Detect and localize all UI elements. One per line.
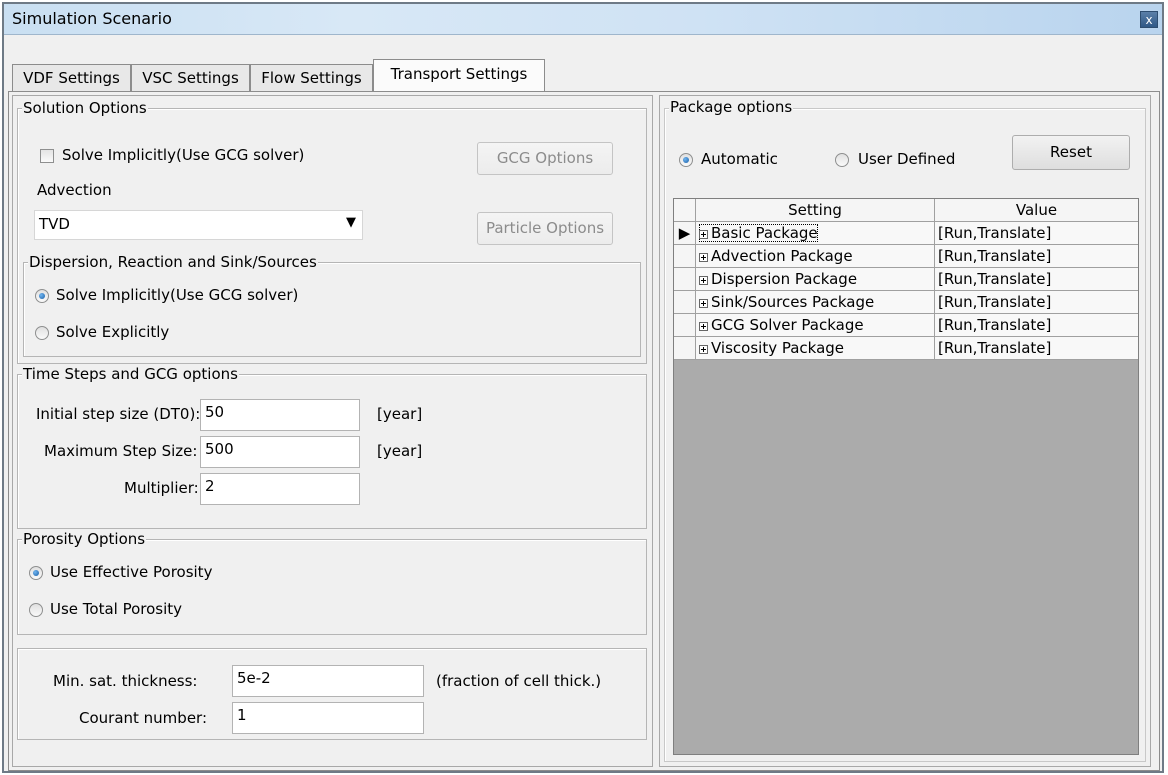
row-setting: Dispersion Package [711,270,858,288]
max-step-label: Maximum Step Size: [44,442,198,460]
min-sat-thickness-label: Min. sat. thickness: [53,672,198,690]
porosity-group: Porosity Options Use Effective Porosity … [17,530,647,635]
solution-options-legend: Solution Options [22,99,148,117]
close-icon[interactable]: x [1140,11,1158,28]
dispersion-legend: Dispersion, Reaction and Sink/Sources [28,253,318,271]
min-sat-thickness-input[interactable]: 5e-2 [232,665,424,697]
porosity-effective-radio[interactable] [29,566,43,580]
left-panel: Solution Options Solve Implicitly(Use GC… [12,95,653,767]
dispersion-explicit-label[interactable]: Solve Explicitly [56,323,169,341]
table-row[interactable]: GCG Solver Package [696,314,935,337]
table-row[interactable]: Sink/Sources Package [696,291,935,314]
advection-select[interactable]: TVD ▼ [34,210,363,240]
row-setting: Viscosity Package [711,339,845,357]
expand-icon[interactable] [699,230,708,239]
title-bar[interactable]: Simulation Scenario x [4,4,1162,35]
advection-label: Advection [37,181,112,199]
misc-options-group: Min. sat. thickness: 5e-2 (fraction of c… [17,648,647,740]
row-setting: Advection Package [711,247,853,265]
multiplier-label: Multiplier: [124,479,199,497]
time-steps-legend: Time Steps and GCG options [22,365,239,383]
grid-corner [674,199,696,222]
expand-icon[interactable] [699,253,708,262]
automatic-label[interactable]: Automatic [701,150,778,168]
max-step-unit: [year] [377,442,423,460]
max-step-input[interactable]: 500 [200,436,360,468]
row-header [674,291,696,314]
advection-value: TVD [39,215,70,233]
row-header [674,337,696,360]
porosity-effective-label[interactable]: Use Effective Porosity [50,563,212,581]
multiplier-input[interactable]: 2 [200,473,360,505]
user-defined-radio[interactable] [835,153,849,167]
tab-vsc-settings[interactable]: VSC Settings [131,64,250,91]
reset-button[interactable]: Reset [1012,135,1130,170]
table-row[interactable]: Advection Package [696,245,935,268]
initial-step-input[interactable]: 50 [200,399,360,431]
min-sat-thickness-unit: (fraction of cell thick.) [436,672,602,690]
expand-icon[interactable] [699,276,708,285]
focused-cell[interactable]: Basic Package [699,224,818,242]
row-setting: Basic Package [711,224,818,242]
row-value[interactable]: [Run,Translate] [935,245,1138,268]
solve-implicitly-checkbox[interactable] [40,149,54,163]
expand-icon[interactable] [699,299,708,308]
dispersion-group: Dispersion, Reaction and Sink/Sources So… [23,253,641,357]
user-defined-label[interactable]: User Defined [858,150,955,168]
courant-number-label: Courant number: [79,709,208,727]
simulation-scenario-window: Simulation Scenario x VDF Settings VSC S… [2,2,1164,773]
row-value[interactable]: [Run,Translate] [935,268,1138,291]
row-value[interactable]: [Run,Translate] [935,291,1138,314]
particle-options-button[interactable]: Particle Options [477,212,613,245]
dropdown-arrow-icon[interactable]: ▼ [346,215,356,230]
row-value[interactable]: [Run,Translate] [935,337,1138,360]
table-row[interactable]: Viscosity Package [696,337,935,360]
column-header-value[interactable]: Value [935,199,1138,222]
table-row[interactable]: Dispersion Package [696,268,935,291]
porosity-total-label[interactable]: Use Total Porosity [50,600,182,618]
dispersion-implicit-radio[interactable] [35,289,49,303]
row-value[interactable]: [Run,Translate] [935,314,1138,337]
transport-settings-panel: Solution Options Solve Implicitly(Use GC… [8,91,1160,771]
package-options-group: Package options Automatic User Defined R… [664,98,1146,762]
automatic-radio[interactable] [679,153,693,167]
right-panel: Package options Automatic User Defined R… [659,95,1151,767]
porosity-total-radio[interactable] [29,603,43,617]
window-title: Simulation Scenario [12,9,172,28]
dispersion-implicit-label[interactable]: Solve Implicitly(Use GCG solver) [56,286,298,304]
solution-options-group: Solution Options Solve Implicitly(Use GC… [17,99,647,364]
courant-number-input[interactable]: 1 [232,702,424,734]
tab-transport-settings[interactable]: Transport Settings [373,59,545,91]
porosity-legend: Porosity Options [22,530,147,548]
initial-step-unit: [year] [377,405,423,423]
package-grid[interactable]: Setting Value ▶ Basic Package [Run,Trans… [673,198,1139,755]
row-header [674,314,696,337]
tab-flow-settings[interactable]: Flow Settings [250,64,373,91]
row-header [674,268,696,291]
column-header-setting[interactable]: Setting [696,199,935,222]
row-setting: Sink/Sources Package [711,293,875,311]
row-value[interactable]: [Run,Translate] [935,222,1138,245]
gcg-options-button[interactable]: GCG Options [477,142,613,175]
time-steps-group: Time Steps and GCG options Initial step … [17,365,647,529]
current-row-indicator-icon: ▶ [674,222,696,245]
package-options-legend: Package options [669,98,794,116]
initial-step-label: Initial step size (DT0): [36,405,201,423]
expand-icon[interactable] [699,322,708,331]
solve-implicitly-label[interactable]: Solve Implicitly(Use GCG solver) [62,146,304,164]
expand-icon[interactable] [699,345,708,354]
row-header [674,245,696,268]
tab-vdf-settings[interactable]: VDF Settings [12,64,131,91]
row-setting: GCG Solver Package [711,316,864,334]
table-row[interactable]: Basic Package [696,222,935,245]
dispersion-explicit-radio[interactable] [35,326,49,340]
